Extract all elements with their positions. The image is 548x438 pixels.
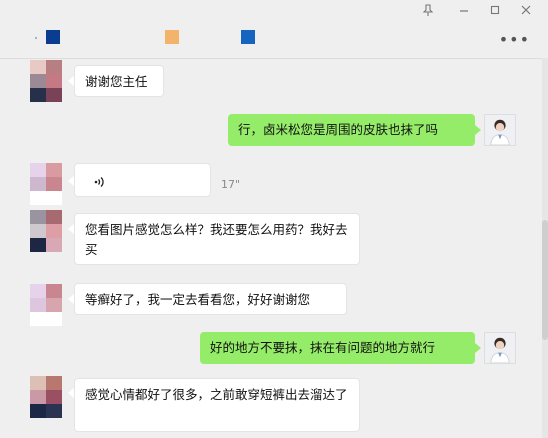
contact-avatar[interactable] xyxy=(30,163,62,205)
message-text: 等癣好了，我一定去看看您，好好谢谢您 xyxy=(85,292,311,307)
message-bubble-self[interactable]: 好的地方不要抹，抹在有问题的地方就行 xyxy=(200,332,475,364)
message-text: 好的地方不要抹，抹在有问题的地方就行 xyxy=(210,340,436,355)
message-bubble[interactable]: 感觉心情都好了很多，之前敢穿短裤出去溜达了 xyxy=(74,378,360,432)
voice-message-bubble[interactable] xyxy=(74,163,211,197)
contact-avatar[interactable] xyxy=(30,60,62,102)
message-text: 谢谢您主任 xyxy=(85,74,148,89)
self-avatar[interactable] xyxy=(484,332,516,364)
message-text: 行，卤米松您是周围的皮肤也抹了吗 xyxy=(238,122,439,137)
contact-avatar[interactable] xyxy=(30,284,62,326)
message-bubble[interactable]: 等癣好了，我一定去看看您，好好谢谢您 xyxy=(74,283,347,315)
chat-header: ••• xyxy=(0,20,548,59)
title-bar xyxy=(0,0,548,20)
contact-name-block-1 xyxy=(46,30,60,44)
message-bubble[interactable]: 您看图片感觉怎么样？我还要怎么用药？我好去买 xyxy=(74,213,360,265)
minimize-icon[interactable] xyxy=(457,3,471,17)
contact-name-block-2 xyxy=(165,30,179,44)
maximize-icon[interactable] xyxy=(488,3,502,17)
bubble-tail xyxy=(475,343,481,353)
message-bubble-self[interactable]: 行，卤米松您是周围的皮肤也抹了吗 xyxy=(228,114,475,146)
contact-avatar[interactable] xyxy=(30,376,62,418)
contact-avatar[interactable] xyxy=(30,210,62,252)
scrollbar-thumb[interactable] xyxy=(542,220,548,340)
contact-name-block-3 xyxy=(241,30,255,44)
more-icon[interactable]: ••• xyxy=(499,30,530,49)
message-text: 感觉心情都好了很多，之前敢穿短裤出去溜达了 xyxy=(85,387,348,402)
pin-icon[interactable] xyxy=(421,3,435,17)
voice-duration: 17" xyxy=(221,178,241,191)
voice-wave-icon xyxy=(93,175,107,189)
bubble-tail xyxy=(475,125,481,135)
header-dot xyxy=(35,37,37,39)
self-avatar[interactable] xyxy=(484,114,516,146)
message-bubble[interactable]: 谢谢您主任 xyxy=(74,65,164,97)
close-icon[interactable] xyxy=(519,3,533,17)
message-text: 您看图片感觉怎么样？我还要怎么用药？我好去买 xyxy=(85,222,348,257)
